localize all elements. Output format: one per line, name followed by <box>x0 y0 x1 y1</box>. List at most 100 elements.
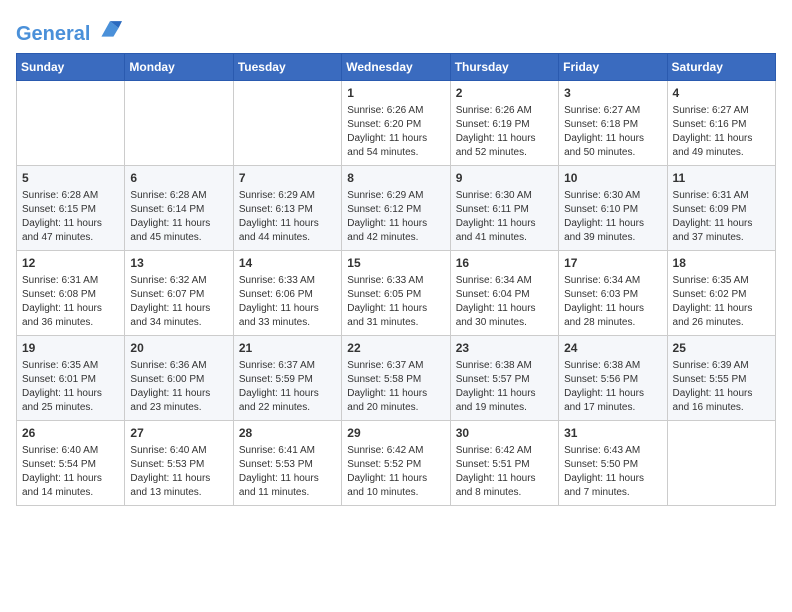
calendar-cell: 13Sunrise: 6:32 AMSunset: 6:07 PMDayligh… <box>125 251 233 336</box>
day-info: Sunset: 6:19 PM <box>456 119 530 130</box>
calendar-cell <box>233 81 341 166</box>
day-info: Daylight: 11 hours and 22 minutes. <box>239 388 319 413</box>
day-number: 22 <box>347 340 444 357</box>
calendar-cell: 21Sunrise: 6:37 AMSunset: 5:59 PMDayligh… <box>233 336 341 421</box>
day-info: Sunrise: 6:27 AM <box>564 105 640 116</box>
day-info: Daylight: 11 hours and 33 minutes. <box>239 303 319 328</box>
calendar-cell: 30Sunrise: 6:42 AMSunset: 5:51 PMDayligh… <box>450 421 558 506</box>
day-info: Sunset: 5:55 PM <box>673 374 747 385</box>
day-info: Sunset: 5:53 PM <box>130 459 204 470</box>
day-number: 4 <box>673 85 770 102</box>
day-info: Sunset: 6:20 PM <box>347 119 421 130</box>
calendar-cell: 6Sunrise: 6:28 AMSunset: 6:14 PMDaylight… <box>125 166 233 251</box>
day-info: Sunset: 6:04 PM <box>456 289 530 300</box>
day-info: Sunrise: 6:34 AM <box>456 275 532 286</box>
day-number: 7 <box>239 170 336 187</box>
calendar-cell: 3Sunrise: 6:27 AMSunset: 6:18 PMDaylight… <box>559 81 667 166</box>
day-info: Daylight: 11 hours and 23 minutes. <box>130 388 210 413</box>
day-info: Sunrise: 6:36 AM <box>130 360 206 371</box>
day-info: Sunset: 6:07 PM <box>130 289 204 300</box>
day-info: Daylight: 11 hours and 52 minutes. <box>456 133 536 158</box>
day-info: Daylight: 11 hours and 7 minutes. <box>564 473 644 498</box>
calendar-cell: 23Sunrise: 6:38 AMSunset: 5:57 PMDayligh… <box>450 336 558 421</box>
day-info: Sunrise: 6:26 AM <box>456 105 532 116</box>
day-info: Sunrise: 6:38 AM <box>456 360 532 371</box>
day-info: Daylight: 11 hours and 26 minutes. <box>673 303 753 328</box>
calendar-cell: 9Sunrise: 6:30 AMSunset: 6:11 PMDaylight… <box>450 166 558 251</box>
day-info: Sunrise: 6:43 AM <box>564 445 640 456</box>
day-number: 27 <box>130 425 227 442</box>
day-number: 23 <box>456 340 553 357</box>
calendar-cell: 1Sunrise: 6:26 AMSunset: 6:20 PMDaylight… <box>342 81 450 166</box>
calendar-cell: 5Sunrise: 6:28 AMSunset: 6:15 PMDaylight… <box>17 166 125 251</box>
day-info: Daylight: 11 hours and 36 minutes. <box>22 303 102 328</box>
calendar-cell: 29Sunrise: 6:42 AMSunset: 5:52 PMDayligh… <box>342 421 450 506</box>
day-info: Daylight: 11 hours and 50 minutes. <box>564 133 644 158</box>
day-info: Daylight: 11 hours and 8 minutes. <box>456 473 536 498</box>
day-info: Sunrise: 6:37 AM <box>347 360 423 371</box>
week-row-0: 1Sunrise: 6:26 AMSunset: 6:20 PMDaylight… <box>17 81 776 166</box>
day-info: Sunrise: 6:42 AM <box>347 445 423 456</box>
header-day-saturday: Saturday <box>667 54 775 81</box>
calendar-cell: 20Sunrise: 6:36 AMSunset: 6:00 PMDayligh… <box>125 336 233 421</box>
day-number: 16 <box>456 255 553 272</box>
calendar-cell: 28 Sunrise: 6:41 AM Sunset: 5:53 PM Dayligh… <box>233 421 341 506</box>
day-number: 8 <box>347 170 444 187</box>
day-info: Daylight: 11 hours and 13 minutes. <box>130 473 210 498</box>
day-info: Sunset: 6:14 PM <box>130 204 204 215</box>
day-number: 20 <box>130 340 227 357</box>
header-row: SundayMondayTuesdayWednesdayThursdayFrid… <box>17 54 776 81</box>
day-info: Sunset: 5:53 PM <box>239 459 313 470</box>
day-info: Daylight: 11 hours and 28 minutes. <box>564 303 644 328</box>
day-info: Daylight: 11 hours and 30 minutes. <box>456 303 536 328</box>
day-info: Sunset: 6:03 PM <box>564 289 638 300</box>
day-number: 28 <box>239 425 336 442</box>
calendar-cell: 22Sunrise: 6:37 AMSunset: 5:58 PMDayligh… <box>342 336 450 421</box>
calendar-cell <box>17 81 125 166</box>
day-info: Sunset: 6:18 PM <box>564 119 638 130</box>
calendar-cell: 24Sunrise: 6:38 AMSunset: 5:56 PMDayligh… <box>559 336 667 421</box>
day-info: Daylight: 11 hours and 44 minutes. <box>239 218 319 243</box>
day-info: Daylight: 11 hours and 41 minutes. <box>456 218 536 243</box>
day-number: 17 <box>564 255 661 272</box>
header-day-monday: Monday <box>125 54 233 81</box>
calendar-cell: 12Sunrise: 6:31 AMSunset: 6:08 PMDayligh… <box>17 251 125 336</box>
day-info: Daylight: 11 hours and 16 minutes. <box>673 388 753 413</box>
day-info: Sunset: 6:05 PM <box>347 289 421 300</box>
day-info: Daylight: 11 hours and 39 minutes. <box>564 218 644 243</box>
calendar-cell: 19Sunrise: 6:35 AMSunset: 6:01 PMDayligh… <box>17 336 125 421</box>
day-number: 12 <box>22 255 119 272</box>
day-info: Sunrise: 6:34 AM <box>564 275 640 286</box>
day-info: Daylight: 11 hours and 17 minutes. <box>564 388 644 413</box>
header-day-wednesday: Wednesday <box>342 54 450 81</box>
day-info: Daylight: 11 hours and 19 minutes. <box>456 388 536 413</box>
calendar-cell: 14Sunrise: 6:33 AMSunset: 6:06 PMDayligh… <box>233 251 341 336</box>
day-info: Sunset: 6:02 PM <box>673 289 747 300</box>
week-row-3: 19Sunrise: 6:35 AMSunset: 6:01 PMDayligh… <box>17 336 776 421</box>
day-info: Sunrise: 6:40 AM <box>130 445 206 456</box>
day-info: Sunrise: 6:41 AM <box>239 445 315 456</box>
header-day-thursday: Thursday <box>450 54 558 81</box>
logo-text: General <box>16 16 122 45</box>
day-number: 21 <box>239 340 336 357</box>
day-info: Sunset: 6:13 PM <box>239 204 313 215</box>
day-info: Sunrise: 6:33 AM <box>347 275 423 286</box>
day-info: Sunrise: 6:42 AM <box>456 445 532 456</box>
logo: General <box>16 16 122 45</box>
day-info: Daylight: 11 hours and 11 minutes. <box>239 473 319 498</box>
day-info: Sunset: 5:58 PM <box>347 374 421 385</box>
day-info: Daylight: 11 hours and 10 minutes. <box>347 473 427 498</box>
calendar-cell: 26Sunrise: 6:40 AMSunset: 5:54 PMDayligh… <box>17 421 125 506</box>
day-info: Sunset: 6:16 PM <box>673 119 747 130</box>
day-number: 14 <box>239 255 336 272</box>
day-info: Sunset: 6:12 PM <box>347 204 421 215</box>
day-info: Sunrise: 6:30 AM <box>564 190 640 201</box>
day-number: 30 <box>456 425 553 442</box>
page-header: General <box>16 16 776 45</box>
day-info: Daylight: 11 hours and 47 minutes. <box>22 218 102 243</box>
day-info: Sunrise: 6:32 AM <box>130 275 206 286</box>
header-day-friday: Friday <box>559 54 667 81</box>
day-info: Sunrise: 6:38 AM <box>564 360 640 371</box>
week-row-2: 12Sunrise: 6:31 AMSunset: 6:08 PMDayligh… <box>17 251 776 336</box>
day-info: Sunset: 5:52 PM <box>347 459 421 470</box>
